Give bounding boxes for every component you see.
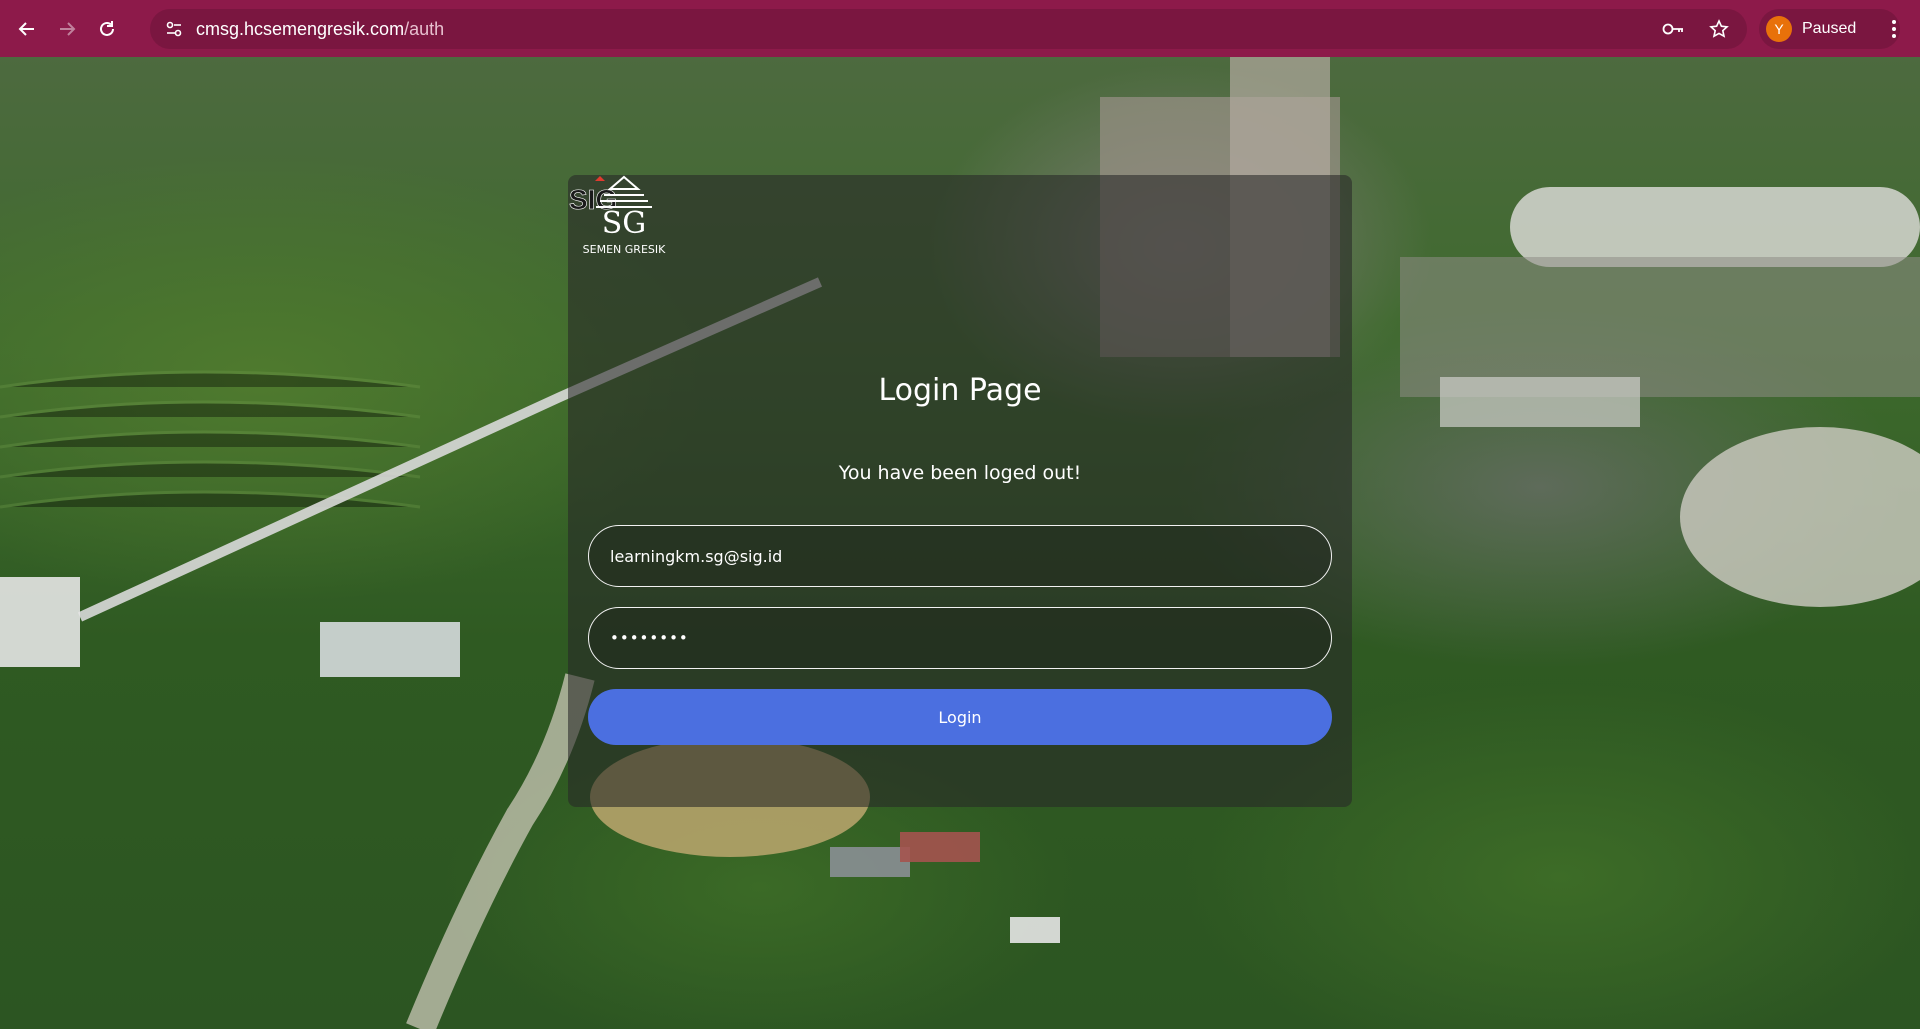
- bookmark-star-icon[interactable]: [1701, 11, 1737, 47]
- avatar: Y: [1766, 16, 1792, 42]
- profile-status: Paused: [1802, 20, 1857, 37]
- url-host: cmsg.hcsemengresik.com: [196, 18, 405, 39]
- svg-text:SG: SG: [602, 206, 647, 241]
- site-info-icon[interactable]: [154, 9, 194, 49]
- svg-text:SEMEN GRESIK: SEMEN GRESIK: [583, 243, 666, 256]
- reload-button[interactable]: [87, 9, 127, 49]
- browser-menu-button[interactable]: [1874, 9, 1914, 49]
- login-button[interactable]: Login: [588, 689, 1332, 745]
- url-text: cmsg.hcsemengresik.com/auth: [196, 19, 444, 40]
- email-field[interactable]: learningkm.sg@sig.id: [588, 525, 1332, 587]
- password-key-icon[interactable]: [1655, 11, 1691, 47]
- page-title: Login Page: [878, 373, 1042, 408]
- address-bar[interactable]: cmsg.hcsemengresik.com/auth: [150, 9, 1747, 49]
- more-vertical-icon: [1892, 20, 1896, 38]
- login-card: SIG SG SEMEN GRESIK Login Page You have …: [568, 175, 1352, 807]
- browser-toolbar: cmsg.hcsemengresik.com/auth Y Paused: [0, 0, 1920, 57]
- semen-gresik-emblem: SG SEMEN GRESIK: [583, 175, 666, 256]
- url-path: /auth: [404, 18, 445, 39]
- forward-button[interactable]: [47, 9, 87, 49]
- back-button[interactable]: [7, 9, 47, 49]
- background-photo: SIG SG SEMEN GRESIK Login Page You have …: [0, 57, 1920, 1029]
- password-field[interactable]: ••••••••: [588, 607, 1332, 669]
- reload-icon: [100, 20, 114, 36]
- logout-message: You have been loged out!: [838, 462, 1082, 484]
- arrow-left-icon: [18, 21, 34, 36]
- arrow-right-icon: [60, 21, 76, 36]
